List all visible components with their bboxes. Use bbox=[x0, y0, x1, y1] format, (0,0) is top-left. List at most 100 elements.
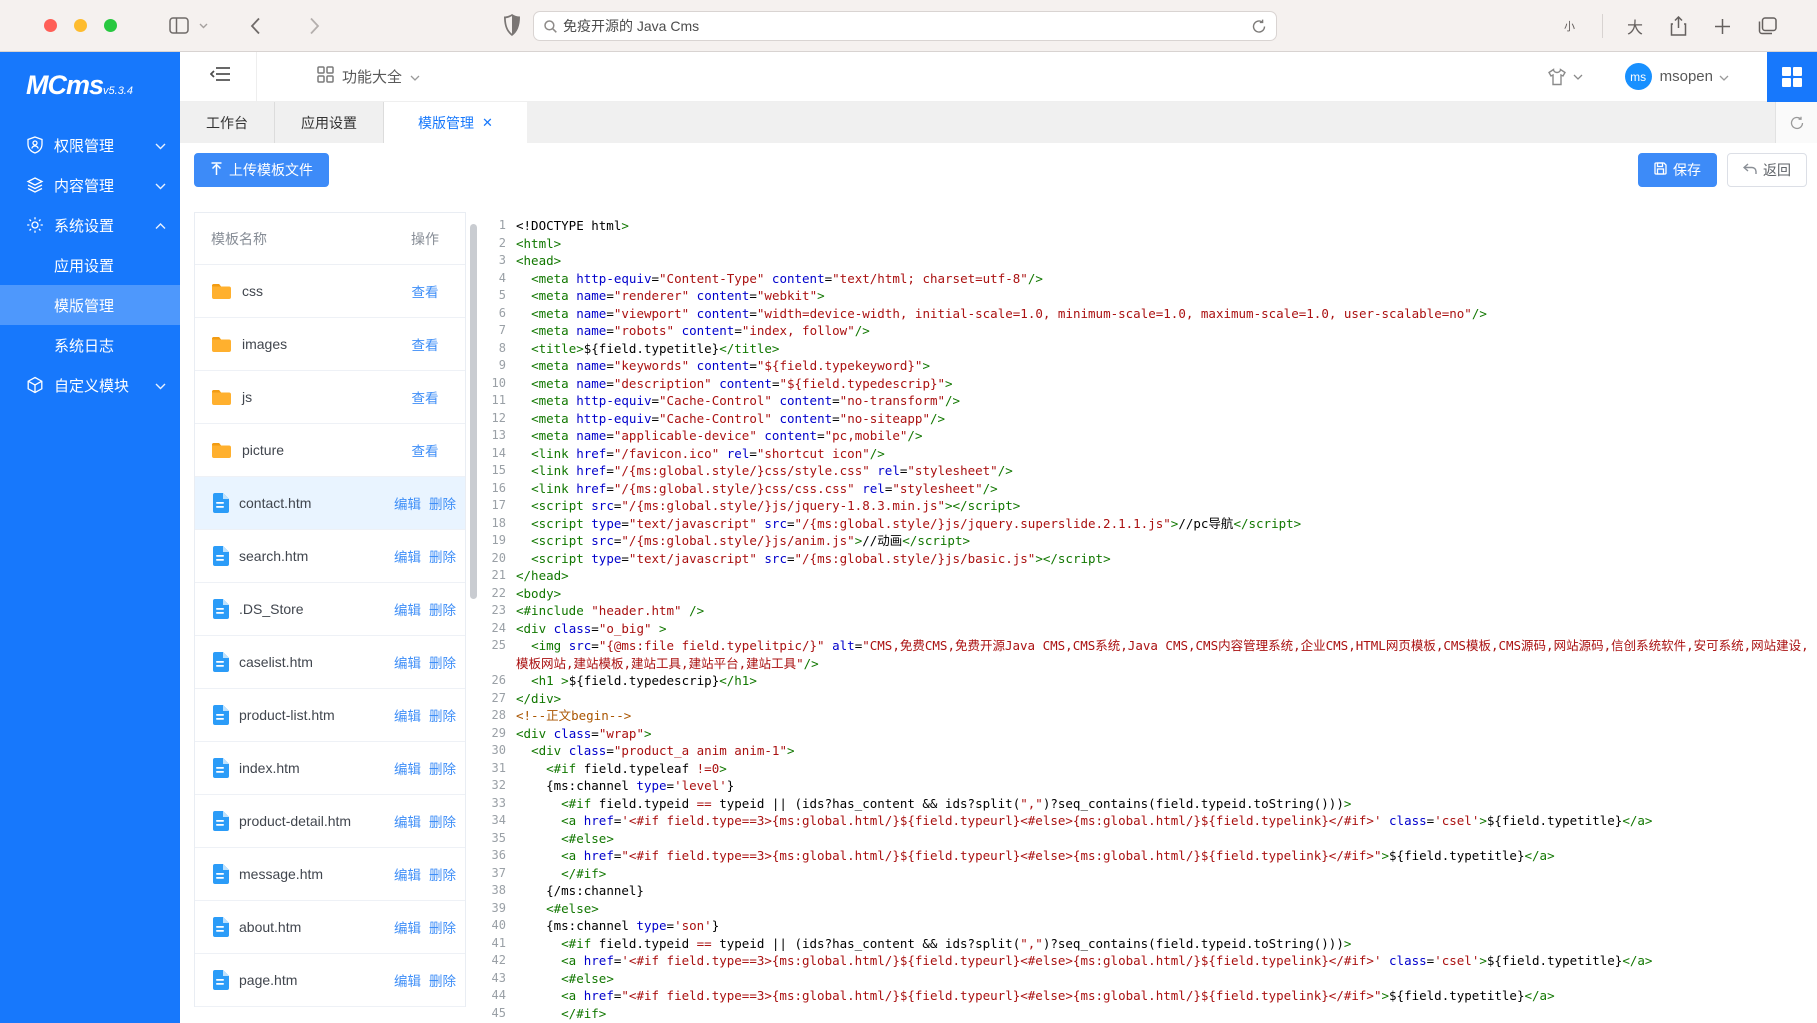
view-link[interactable]: 查看 bbox=[412, 440, 439, 460]
edit-link[interactable]: 编辑 bbox=[394, 970, 421, 990]
edit-link[interactable]: 编辑 bbox=[394, 652, 421, 672]
close-window-button[interactable] bbox=[44, 19, 57, 32]
code-line-42[interactable]: 42 <a href='<#if field.type==3>{ms:globa… bbox=[482, 952, 1817, 970]
code-line-26[interactable]: 26 <h1 >${field.typedescrip}</h1> bbox=[482, 672, 1817, 690]
browser-sidebar-icon[interactable] bbox=[169, 17, 189, 34]
forward-icon[interactable] bbox=[309, 17, 320, 35]
view-link[interactable]: 查看 bbox=[412, 387, 439, 407]
sidebar-subitem-应用设置[interactable]: 应用设置 bbox=[0, 245, 180, 285]
code-line-44[interactable]: 44 <a href="<#if field.type==3>{ms:globa… bbox=[482, 987, 1817, 1005]
delete-link[interactable]: 删除 bbox=[429, 546, 456, 566]
code-line-18[interactable]: 18 <script type="text/javascript" src="/… bbox=[482, 515, 1817, 533]
code-line-31[interactable]: 31 <#if field.typeleaf !=0> bbox=[482, 760, 1817, 778]
delete-link[interactable]: 删除 bbox=[429, 705, 456, 725]
edit-link[interactable]: 编辑 bbox=[394, 493, 421, 513]
tab-工作台[interactable]: 工作台 bbox=[180, 102, 275, 143]
minimize-window-button[interactable] bbox=[74, 19, 87, 32]
reload-icon[interactable] bbox=[1252, 19, 1266, 34]
code-line-15[interactable]: 15 <link href="/{ms:global.style/}css/st… bbox=[482, 462, 1817, 480]
code-line-43[interactable]: 43 <#else> bbox=[482, 970, 1817, 988]
edit-link[interactable]: 编辑 bbox=[394, 917, 421, 937]
new-tab-icon[interactable] bbox=[1714, 18, 1731, 35]
address-bar[interactable]: 免疫开源的 Java Cms bbox=[533, 11, 1277, 41]
edit-link[interactable]: 编辑 bbox=[394, 546, 421, 566]
back-button[interactable]: 返回 bbox=[1727, 153, 1807, 187]
view-link[interactable]: 查看 bbox=[412, 281, 439, 301]
delete-link[interactable]: 删除 bbox=[429, 493, 456, 513]
table-row-picture[interactable]: picture查看 bbox=[195, 424, 465, 477]
sidebar-item-系统设置[interactable]: 系统设置 bbox=[0, 205, 180, 245]
file-table-scrollbar[interactable] bbox=[466, 212, 482, 1023]
table-row-index.htm[interactable]: index.htm编辑删除 bbox=[195, 742, 465, 795]
sidebar-subitem-模版管理[interactable]: 模版管理 bbox=[0, 285, 180, 325]
tab-应用设置[interactable]: 应用设置 bbox=[275, 102, 384, 143]
scrollbar-thumb[interactable] bbox=[470, 224, 477, 599]
delete-link[interactable]: 删除 bbox=[429, 652, 456, 672]
code-line-12[interactable]: 12 <meta http-equiv="Cache-Control" cont… bbox=[482, 410, 1817, 428]
table-row-.DS_Store[interactable]: .DS_Store编辑删除 bbox=[195, 583, 465, 636]
code-line-45[interactable]: 45 </#if> bbox=[482, 1005, 1817, 1023]
apps-grid-button[interactable] bbox=[1767, 52, 1817, 102]
code-line-39[interactable]: 39 <#else> bbox=[482, 900, 1817, 918]
code-line-1[interactable]: 1<!DOCTYPE html> bbox=[482, 217, 1817, 235]
tab-模版管理[interactable]: 模版管理✕ bbox=[384, 102, 527, 143]
edit-link[interactable]: 编辑 bbox=[394, 811, 421, 831]
code-line-36[interactable]: 36 <a href="<#if field.type==3>{ms:globa… bbox=[482, 847, 1817, 865]
table-row-product-list.htm[interactable]: product-list.htm编辑删除 bbox=[195, 689, 465, 742]
code-line-32[interactable]: 32 {ms:channel type='level'} bbox=[482, 777, 1817, 795]
text-larger-button[interactable]: 大 bbox=[1602, 14, 1643, 38]
collapse-sidebar-icon[interactable] bbox=[210, 66, 256, 87]
delete-link[interactable]: 删除 bbox=[429, 970, 456, 990]
fullscreen-window-button[interactable] bbox=[104, 19, 117, 32]
sidebar-subitem-系统日志[interactable]: 系统日志 bbox=[0, 325, 180, 365]
code-line-33[interactable]: 33 <#if field.typeid == typeid || (ids?h… bbox=[482, 795, 1817, 813]
theme-menu-button[interactable] bbox=[1547, 68, 1583, 86]
code-line-21[interactable]: 21</head> bbox=[482, 567, 1817, 585]
table-row-product-detail.htm[interactable]: product-detail.htm编辑删除 bbox=[195, 795, 465, 848]
table-row-contact.htm[interactable]: contact.htm编辑删除 bbox=[195, 477, 465, 530]
share-icon[interactable] bbox=[1670, 16, 1687, 36]
code-line-7[interactable]: 7 <meta name="robots" content="index, fo… bbox=[482, 322, 1817, 340]
sidebar-item-自定义模块[interactable]: 自定义模块 bbox=[0, 365, 180, 405]
table-row-message.htm[interactable]: message.htm编辑删除 bbox=[195, 848, 465, 901]
text-smaller-button[interactable]: 小 bbox=[1564, 18, 1575, 34]
edit-link[interactable]: 编辑 bbox=[394, 864, 421, 884]
feature-menu-button[interactable]: 功能大全 bbox=[317, 66, 420, 87]
delete-link[interactable]: 删除 bbox=[429, 811, 456, 831]
code-line-38[interactable]: 38 {/ms:channel} bbox=[482, 882, 1817, 900]
code-line-23[interactable]: 23<#include "header.htm" /> bbox=[482, 602, 1817, 620]
view-link[interactable]: 查看 bbox=[412, 334, 439, 354]
code-line-6[interactable]: 6 <meta name="viewport" content="width=d… bbox=[482, 305, 1817, 323]
table-row-css[interactable]: css查看 bbox=[195, 265, 465, 318]
table-row-js[interactable]: js查看 bbox=[195, 371, 465, 424]
code-line-29[interactable]: 29<div class="wrap"> bbox=[482, 725, 1817, 743]
edit-link[interactable]: 编辑 bbox=[394, 758, 421, 778]
code-line-10[interactable]: 10 <meta name="description" content="${f… bbox=[482, 375, 1817, 393]
code-line-40[interactable]: 40 {ms:channel type='son'} bbox=[482, 917, 1817, 935]
tab-overview-icon[interactable] bbox=[1758, 17, 1777, 35]
code-line-20[interactable]: 20 <script type="text/javascript" src="/… bbox=[482, 550, 1817, 568]
code-line-27[interactable]: 27</div> bbox=[482, 690, 1817, 708]
chevron-down-icon[interactable] bbox=[199, 23, 208, 29]
refresh-tab-icon[interactable] bbox=[1775, 102, 1817, 143]
code-line-19[interactable]: 19 <script src="/{ms:global.style/}js/an… bbox=[482, 532, 1817, 550]
table-row-search.htm[interactable]: search.htm编辑删除 bbox=[195, 530, 465, 583]
code-line-9[interactable]: 9 <meta name="keywords" content="${field… bbox=[482, 357, 1817, 375]
delete-link[interactable]: 删除 bbox=[429, 917, 456, 937]
close-tab-icon[interactable]: ✕ bbox=[482, 115, 493, 131]
code-line-2[interactable]: 2<html> bbox=[482, 235, 1817, 253]
table-row-caselist.htm[interactable]: caselist.htm编辑删除 bbox=[195, 636, 465, 689]
edit-link[interactable]: 编辑 bbox=[394, 599, 421, 619]
delete-link[interactable]: 删除 bbox=[429, 864, 456, 884]
code-line-4[interactable]: 4 <meta http-equiv="Content-Type" conten… bbox=[482, 270, 1817, 288]
template-code-editor[interactable]: 1<!DOCTYPE html>2<html>3<head>4 <meta ht… bbox=[482, 212, 1817, 1023]
code-line-25[interactable]: 25 <img src="{@ms:file field.typelitpic/… bbox=[482, 637, 1817, 672]
code-line-24[interactable]: 24<div class="o_big" > bbox=[482, 620, 1817, 638]
code-line-37[interactable]: 37 </#if> bbox=[482, 865, 1817, 883]
save-button[interactable]: 保存 bbox=[1638, 153, 1717, 187]
code-line-35[interactable]: 35 <#else> bbox=[482, 830, 1817, 848]
code-line-8[interactable]: 8 <title>${field.typetitle}</title> bbox=[482, 340, 1817, 358]
code-line-34[interactable]: 34 <a href='<#if field.type==3>{ms:globa… bbox=[482, 812, 1817, 830]
code-line-3[interactable]: 3<head> bbox=[482, 252, 1817, 270]
delete-link[interactable]: 删除 bbox=[429, 599, 456, 619]
